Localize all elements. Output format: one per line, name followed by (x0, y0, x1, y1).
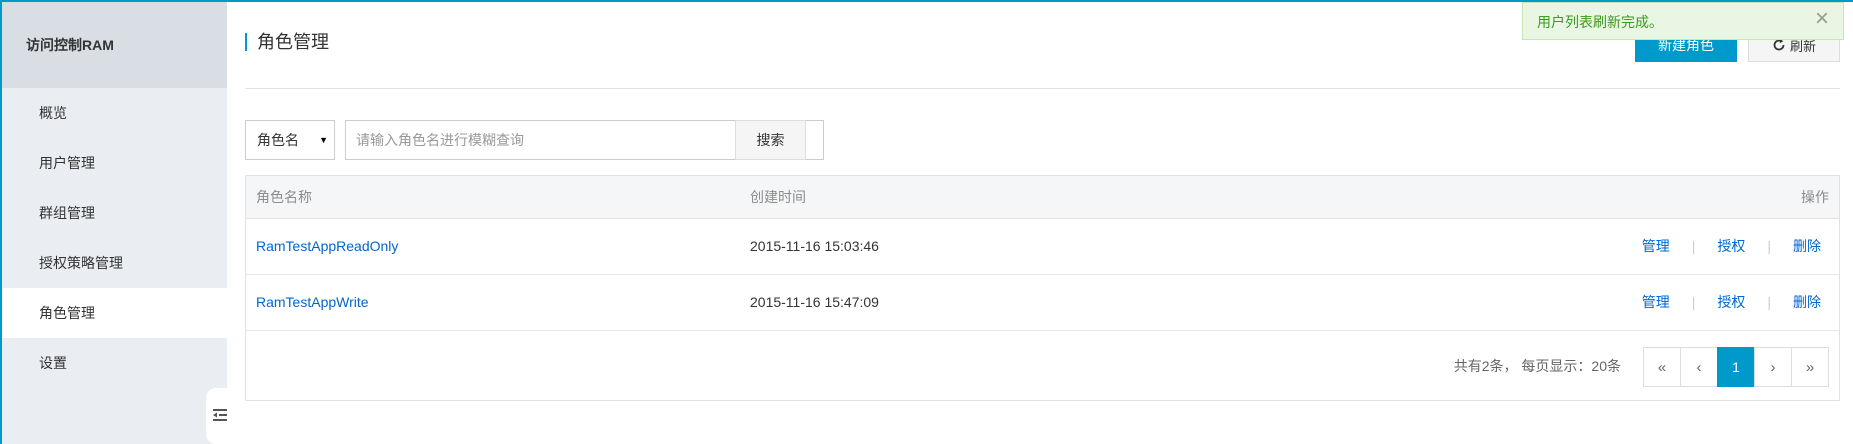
action-separator: | (1691, 294, 1696, 310)
prev-page-button[interactable]: ‹ (1680, 347, 1718, 387)
sidebar-item-policies[interactable]: 授权策略管理 (2, 238, 227, 288)
manage-link[interactable]: 管理 (1642, 219, 1670, 274)
first-page-button[interactable]: « (1643, 347, 1681, 387)
authorize-link[interactable]: 授权 (1717, 219, 1745, 274)
pagination-bar: 共有2条， 每页显示：20条 « ‹ 1 › » (246, 331, 1839, 403)
caret-down-icon: ▼ (319, 135, 328, 145)
search-bar: 角色名 ▼ 搜索 (245, 120, 845, 160)
close-icon[interactable]: × (1815, 7, 1829, 31)
role-created-time: 2015-11-16 15:47:09 (750, 294, 879, 310)
action-separator: | (1691, 238, 1696, 254)
row-actions: 管理 | 授权 | 删除 (1642, 275, 1821, 330)
column-header-name: 角色名称 (256, 189, 312, 205)
pagination: « ‹ 1 › » (1643, 347, 1829, 387)
sidebar-item-settings[interactable]: 设置 (2, 338, 227, 388)
manage-link[interactable]: 管理 (1642, 275, 1670, 330)
table-row: RamTestAppReadOnly 2015-11-16 15:03:46 管… (246, 219, 1839, 275)
table-header: 角色名称 创建时间 操作 (246, 176, 1839, 219)
search-field-selected: 角色名 (257, 132, 299, 148)
action-separator: | (1767, 238, 1771, 254)
collapse-sidebar-icon (213, 409, 227, 421)
sidebar-nav: 概览 用户管理 群组管理 授权策略管理 角色管理 设置 (2, 88, 227, 388)
sidebar-item-users[interactable]: 用户管理 (2, 138, 227, 188)
role-name-link[interactable]: RamTestAppReadOnly (256, 219, 398, 274)
refresh-icon (1773, 38, 1785, 51)
search-button[interactable]: 搜索 (735, 120, 806, 160)
sidebar: 访问控制RAM 概览 用户管理 群组管理 授权策略管理 角色管理 设置 (2, 2, 227, 444)
column-header-actions: 操作 (1801, 189, 1829, 205)
sidebar-item-overview[interactable]: 概览 (2, 88, 227, 138)
table-row: RamTestAppWrite 2015-11-16 15:47:09 管理 |… (246, 275, 1839, 331)
next-page-button[interactable]: › (1754, 347, 1792, 387)
roles-table: 角色名称 创建时间 操作 RamTestAppReadOnly 2015-11-… (245, 175, 1840, 401)
pagination-summary: 共有2条， 每页显示：20条 (1453, 358, 1621, 374)
current-page-button[interactable]: 1 (1717, 347, 1755, 387)
sidebar-collapse-button[interactable] (206, 388, 228, 444)
action-separator: | (1767, 294, 1771, 310)
delete-link[interactable]: 删除 (1793, 219, 1821, 274)
column-header-created: 创建时间 (750, 189, 806, 205)
page-title: 角色管理 (245, 33, 329, 51)
role-name-link[interactable]: RamTestAppWrite (256, 275, 369, 330)
toast-message: 用户列表刷新完成。 (1537, 14, 1663, 30)
search-field-select[interactable]: 角色名 ▼ (245, 120, 335, 160)
delete-link[interactable]: 删除 (1793, 275, 1821, 330)
sidebar-title: 访问控制RAM (2, 2, 227, 88)
row-actions: 管理 | 授权 | 删除 (1642, 219, 1821, 274)
last-page-button[interactable]: » (1791, 347, 1829, 387)
sidebar-item-roles[interactable]: 角色管理 (2, 288, 227, 338)
role-created-time: 2015-11-16 15:03:46 (750, 238, 879, 254)
sidebar-item-groups[interactable]: 群组管理 (2, 188, 227, 238)
success-toast: 用户列表刷新完成。 × (1522, 2, 1844, 40)
authorize-link[interactable]: 授权 (1717, 275, 1745, 330)
